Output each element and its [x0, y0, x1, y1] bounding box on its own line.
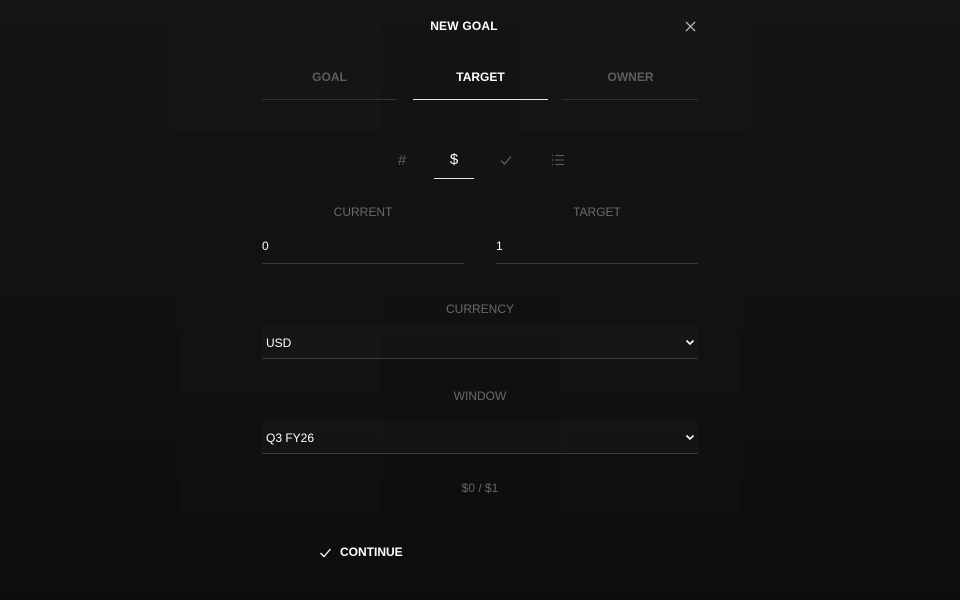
close-button[interactable]	[680, 16, 700, 36]
metric-type-boolean-button[interactable]	[486, 141, 526, 179]
continue-label: CONTINUE	[340, 545, 403, 559]
dollar-icon: $	[449, 151, 459, 168]
hash-icon: #	[397, 151, 407, 169]
check-icon	[500, 156, 512, 165]
metric-type-number-button[interactable]: #	[382, 141, 422, 179]
list-icon	[552, 154, 564, 166]
currency-label: CURRENCY	[445, 302, 514, 316]
current-value-input[interactable]: 0	[262, 232, 464, 264]
window-label: WINDOW	[453, 389, 507, 403]
target-value-input[interactable]: 1	[496, 232, 698, 264]
currency-select[interactable]: USD	[262, 326, 698, 359]
new-goal-modal: NEW GOAL GOAL TARGET OWNER # $ CURRENT T…	[0, 0, 960, 600]
current-label: CURRENT	[333, 205, 393, 219]
chevron-down-icon	[685, 434, 695, 441]
metric-type-selector: # $	[382, 141, 578, 179]
close-icon	[684, 20, 696, 32]
window-selected-value: Q3 FY26	[266, 431, 315, 445]
step-tabs: GOAL TARGET OWNER	[262, 62, 698, 100]
check-icon	[320, 548, 331, 557]
progress-summary: $0 / $1	[461, 481, 499, 495]
tab-owner[interactable]: OWNER	[563, 62, 698, 100]
currency-selected-value: USD	[266, 336, 292, 350]
window-select[interactable]: Q3 FY26	[262, 421, 698, 454]
chevron-down-icon	[685, 339, 695, 346]
continue-button[interactable]: CONTINUE	[319, 543, 403, 561]
tab-target[interactable]: TARGET	[413, 62, 548, 100]
modal-title: NEW GOAL	[430, 19, 498, 33]
metric-type-milestones-button[interactable]	[538, 141, 578, 179]
tab-goal[interactable]: GOAL	[262, 62, 397, 100]
metric-type-currency-button[interactable]: $	[434, 141, 474, 179]
target-label: TARGET	[573, 205, 621, 219]
